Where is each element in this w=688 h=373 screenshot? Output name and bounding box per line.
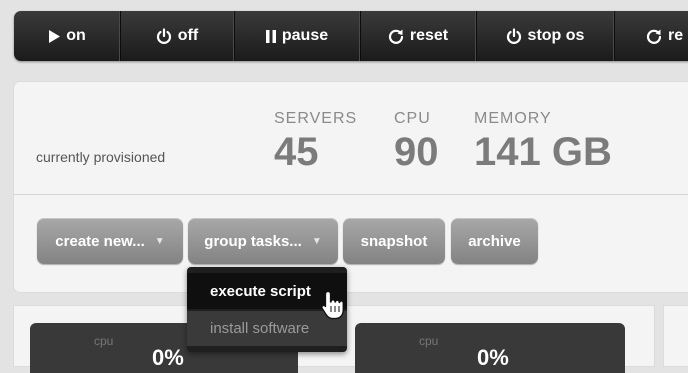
create-new-label: create new... (55, 232, 145, 250)
cpu-metric-label: cpu (419, 334, 439, 348)
group-tasks-button[interactable]: group tasks... ▼ (188, 218, 338, 264)
hand-cursor-icon (320, 290, 346, 325)
pause-button-label: pause (281, 27, 329, 44)
chevron-down-icon: ▼ (311, 235, 322, 247)
play-icon (48, 29, 61, 43)
power-toolbar: on off pause reset stop os re (14, 11, 688, 61)
power-icon (156, 28, 172, 44)
reset-button-label: reset (409, 27, 449, 44)
servers-stat: SERVERS 45 (274, 110, 357, 172)
pause-button[interactable]: pause (234, 11, 361, 61)
reboot-button-label: re (668, 27, 684, 44)
cpu-value: 90 (394, 130, 439, 174)
stop-os-button-label: stop os (527, 27, 585, 44)
off-button-label: off (177, 27, 199, 44)
group-tasks-label: group tasks... (204, 232, 302, 250)
memory-header: MEMORY (474, 110, 552, 127)
reboot-button[interactable]: re (614, 11, 688, 61)
summary-panel: currently provisioned SERVERS 45 CPU 90 … (14, 82, 688, 292)
on-button-label: on (66, 27, 86, 44)
power-icon (506, 28, 522, 44)
server-cards-panel-right (664, 306, 688, 366)
memory-stat: MEMORY 141 GB (474, 110, 612, 172)
stats-row: currently provisioned SERVERS 45 CPU 90 … (14, 82, 688, 195)
chevron-down-icon: ▼ (154, 235, 165, 247)
servers-value: 45 (274, 130, 319, 174)
archive-label: archive (468, 232, 521, 250)
refresh-icon (646, 28, 662, 44)
cpu-metric-value: 0% (477, 345, 509, 370)
stop-os-button[interactable]: stop os (476, 11, 615, 61)
server-card[interactable]: cpu 0% (355, 323, 625, 373)
cpu-metric-value: 0% (152, 345, 184, 370)
cpu-metric-label: cpu (94, 334, 114, 348)
memory-value: 141 GB (474, 130, 612, 174)
snapshot-button[interactable]: snapshot (343, 218, 445, 264)
reset-button[interactable]: reset (360, 11, 477, 61)
provisioned-label: currently provisioned (36, 149, 166, 165)
create-new-button[interactable]: create new... ▼ (37, 218, 183, 264)
archive-button[interactable]: archive (451, 218, 538, 264)
off-button[interactable]: off (120, 11, 235, 61)
cpu-header: CPU (394, 110, 431, 127)
cpu-stat: CPU 90 (394, 110, 439, 172)
on-button[interactable]: on (14, 11, 121, 61)
servers-header: SERVERS (274, 110, 358, 127)
snapshot-label: snapshot (360, 232, 428, 250)
refresh-icon (388, 28, 404, 44)
pause-icon (265, 29, 276, 43)
